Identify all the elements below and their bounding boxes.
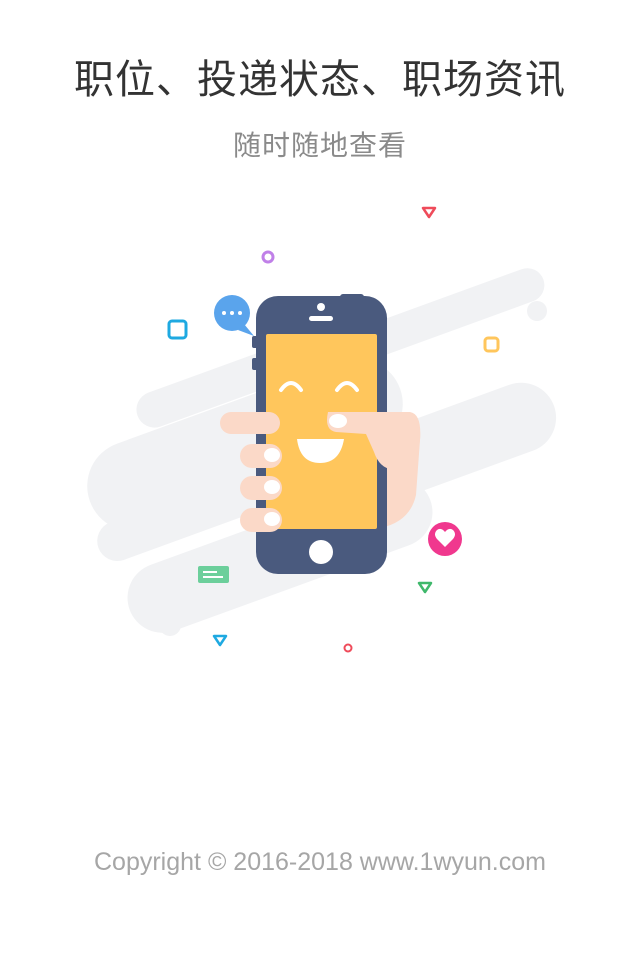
copyright-text: Copyright © 2016-2018 www.1wyun.com bbox=[94, 848, 546, 876]
headline: 职位、投递状态、职场资讯 bbox=[74, 57, 566, 103]
heart-icon bbox=[428, 522, 462, 556]
phone-illustration bbox=[87, 206, 557, 653]
message-card-icon bbox=[198, 566, 229, 583]
chat-bubble-icon bbox=[214, 295, 254, 336]
subheadline: 随时随地查看 bbox=[232, 129, 407, 162]
